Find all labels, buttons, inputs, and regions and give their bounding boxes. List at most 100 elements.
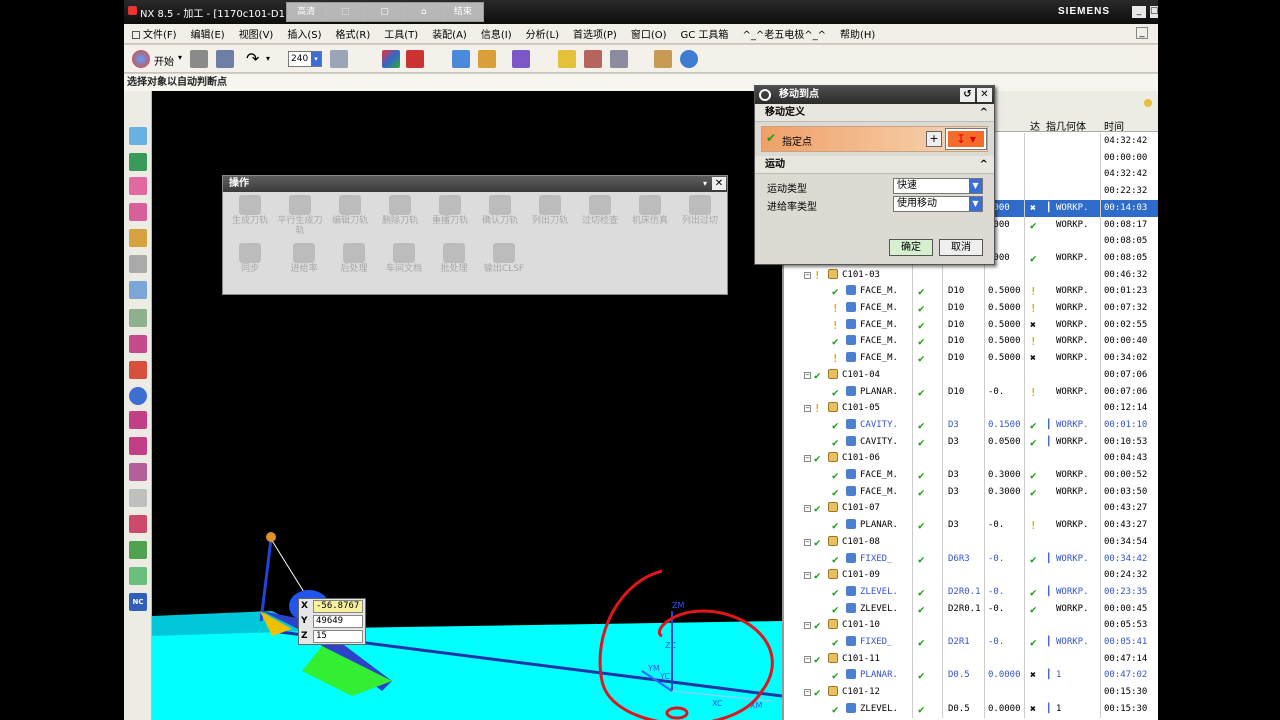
part-navigator-icon[interactable] xyxy=(129,177,147,195)
operation-navigator-icon[interactable] xyxy=(129,361,147,379)
ok-button[interactable]: 确定 xyxy=(889,239,933,256)
cube-icon[interactable] xyxy=(512,50,530,68)
open-icon[interactable] xyxy=(190,50,208,68)
floatbar-region-button[interactable]: ⬚ xyxy=(326,3,366,21)
tool-library-icon[interactable] xyxy=(129,541,147,559)
hd3d-tools-icon[interactable] xyxy=(129,229,147,247)
program-group-row[interactable]: − ✔ C101-07 00:43:27 xyxy=(784,500,1158,518)
save-icon[interactable] xyxy=(216,50,234,68)
operation-row[interactable]: ✔ FACE_M. ✔ D10 0.5000! WORKP. 00:01:23 xyxy=(784,283,1158,301)
operation-row[interactable]: ✔ CAVITY. ✔ D3 0.0500 ✔ ┃ WORKP. 00:10:53 xyxy=(784,433,1158,451)
point-dialog-icon[interactable]: + xyxy=(926,131,942,147)
motion-section[interactable]: 运动 ^ xyxy=(755,156,994,174)
nc-icon[interactable]: NC xyxy=(129,593,147,611)
motion-type-select[interactable]: 快速 ▼ xyxy=(893,178,983,194)
expander-icon[interactable]: − xyxy=(804,400,811,417)
parallel-generate-button[interactable]: 平行生成刀轨 xyxy=(275,192,325,236)
feature-icon[interactable] xyxy=(129,515,147,533)
y-input[interactable]: 49649 xyxy=(313,615,363,628)
navigator-pin-icon[interactable] xyxy=(1144,99,1152,107)
info-icon[interactable] xyxy=(129,387,147,405)
operation-row[interactable]: ✔ FACE_M. ✔ D3 0.3000 ✔ WORKP. 00:00:52 xyxy=(784,467,1158,484)
floatbar-window-button[interactable]: ▢ xyxy=(365,3,405,21)
menu-preferences[interactable]: 首选项(P) xyxy=(573,26,617,41)
menu-assembly[interactable]: 装配(A) xyxy=(432,26,467,41)
feed-type-select[interactable]: 使用移动 ▼ xyxy=(893,196,983,212)
operation-row[interactable]: ✔ FACE_M. ✔ D3 0.3000 ✔ WORKP. 00:03:50 xyxy=(784,483,1158,501)
program-group-row[interactable]: − ✔ C101-12 00:15:30 xyxy=(784,684,1158,702)
expander-icon[interactable]: − xyxy=(804,567,811,584)
undo-icon[interactable]: ↷ xyxy=(246,50,259,68)
collapse-caret-icon[interactable]: ^ xyxy=(980,104,988,122)
expander-icon[interactable]: − xyxy=(804,684,811,701)
reuse-library-icon[interactable] xyxy=(129,203,147,221)
start-icon[interactable] xyxy=(132,50,150,68)
col-geometry[interactable]: 几何体 xyxy=(1056,118,1086,133)
start-dropdown-icon[interactable]: ▾ xyxy=(178,53,182,71)
menu-information[interactable]: 信息(I) xyxy=(481,26,512,41)
dialog-title-bar[interactable]: 移动到点 ↺ ✕ xyxy=(755,86,994,104)
operation-row[interactable]: ✔ FIXED_ ✔ D6R3 -0. ✔ ┃ WORKP. 00:34:42 xyxy=(784,550,1158,568)
color-palette-icon[interactable] xyxy=(382,50,400,68)
floatbar-hd-button[interactable]: 高清 xyxy=(287,3,327,21)
menu-format[interactable]: 格式(R) xyxy=(336,26,371,41)
zoom-select[interactable]: 240 ▾ xyxy=(288,51,322,67)
menu-help[interactable]: 帮助(H) xyxy=(840,26,875,41)
postprocess-button[interactable]: 后处理 xyxy=(329,240,379,274)
menu-tools[interactable]: 工具(T) xyxy=(384,26,418,41)
expander-icon[interactable]: − xyxy=(804,450,811,467)
operation-row[interactable]: ! FACE_M. ✔ D10 0.5000 ✖ WORKP. 00:02:55 xyxy=(784,316,1158,334)
operation-row[interactable]: ✔ ZLEVEL. ✔ D0.5 0.0000 ✖ ┃ 1 00:15:30 xyxy=(784,700,1158,718)
batch-process-button[interactable]: 批处理 xyxy=(429,240,479,274)
display-edit-icon[interactable] xyxy=(406,50,424,68)
cylinder-icon[interactable] xyxy=(129,567,147,585)
expander-icon[interactable]: − xyxy=(804,617,811,634)
blank-tool-icon[interactable] xyxy=(129,489,147,507)
assembly-navigator-icon[interactable] xyxy=(129,127,147,145)
process-studio-icon[interactable] xyxy=(129,335,147,353)
operation-row[interactable]: ✔ CAVITY. ✔ D3 0.1500 ✔ ┃ WORKP. 00:01:10 xyxy=(784,416,1158,434)
expander-icon[interactable]: − xyxy=(804,534,811,551)
constraint-navigator-icon[interactable] xyxy=(129,153,147,171)
collapse-caret-icon[interactable]: ^ xyxy=(980,156,988,174)
move-definition-section[interactable]: 移动定义 ^ xyxy=(755,104,994,122)
operation-row[interactable]: ✔ PLANAR. ✔ D0.5 0.0000 ✖ ┃ 1 00:47:02 xyxy=(784,667,1158,685)
web-browser-icon[interactable] xyxy=(129,255,147,273)
floatbar-home-button[interactable]: ⌂ xyxy=(405,3,444,21)
operation-row[interactable]: ✔ ZLEVEL. ✔ D2R0.1 -0. ✔ ┃ WORKP. 00:23:35 xyxy=(784,583,1158,601)
dialog-close-button[interactable]: ✕ xyxy=(977,88,992,102)
operations-toolbar-header[interactable]: 操作 ▾ ✕ xyxy=(223,176,727,192)
program-group-row[interactable]: − ✔ C101-10 00:05:53 xyxy=(784,617,1158,635)
roles-icon[interactable] xyxy=(129,437,147,455)
col-status-1[interactable]: 达 xyxy=(1030,118,1040,133)
wcs-icon[interactable] xyxy=(584,50,602,68)
output-clsf-button[interactable]: 输出CLSF xyxy=(479,240,529,274)
list-toolpath-button[interactable]: 列出刀轨 xyxy=(525,192,575,226)
reset-button[interactable]: ↺ xyxy=(960,88,975,102)
verify-toolpath-button[interactable]: 确认刀轨 xyxy=(475,192,525,226)
machine-navigator-icon[interactable] xyxy=(129,411,147,429)
menu-gc-toolkit[interactable]: GC 工具箱 xyxy=(681,26,729,41)
program-group-row[interactable]: −! C101-03 00:46:32 xyxy=(784,266,1158,284)
operations-toolbar-dropdown-icon[interactable]: ▾ xyxy=(703,176,707,192)
search-icon[interactable] xyxy=(680,50,698,68)
undo-dropdown-icon[interactable]: ▾ xyxy=(266,54,270,72)
menu-restore-button[interactable]: _ xyxy=(1136,27,1148,39)
z-input[interactable]: 15 xyxy=(313,630,363,643)
calculator-icon[interactable] xyxy=(654,50,672,68)
text-annotation-icon[interactable] xyxy=(478,50,496,68)
floatbar-end-button[interactable]: 结束 xyxy=(444,3,484,21)
machine-simulation-button[interactable]: 机床仿真 xyxy=(625,192,675,226)
replay-toolpath-button[interactable]: 重播刀轨 xyxy=(425,192,475,226)
program-group-row[interactable]: − ✔ C101-09 00:24:32 xyxy=(784,567,1158,585)
expander-icon[interactable]: − xyxy=(804,651,811,668)
start-button[interactable]: 开始 xyxy=(154,53,174,71)
expander-icon[interactable]: − xyxy=(804,367,811,384)
layer-icon[interactable] xyxy=(330,50,348,68)
specify-point-row[interactable]: ✔ 指定点 + ↧ ▾ xyxy=(761,126,988,152)
measure-icon[interactable] xyxy=(452,50,470,68)
col-time[interactable]: 时间 xyxy=(1104,118,1124,133)
operation-row[interactable]: ! FACE_M. ✔ D10 0.5000! WORKP. 00:07:32 xyxy=(784,300,1158,317)
maximize-button[interactable]: ▢ xyxy=(1150,6,1158,18)
operation-row[interactable]: ✔ FACE_M. ✔ D10 0.5000! WORKP. 00:00:40 xyxy=(784,333,1158,351)
